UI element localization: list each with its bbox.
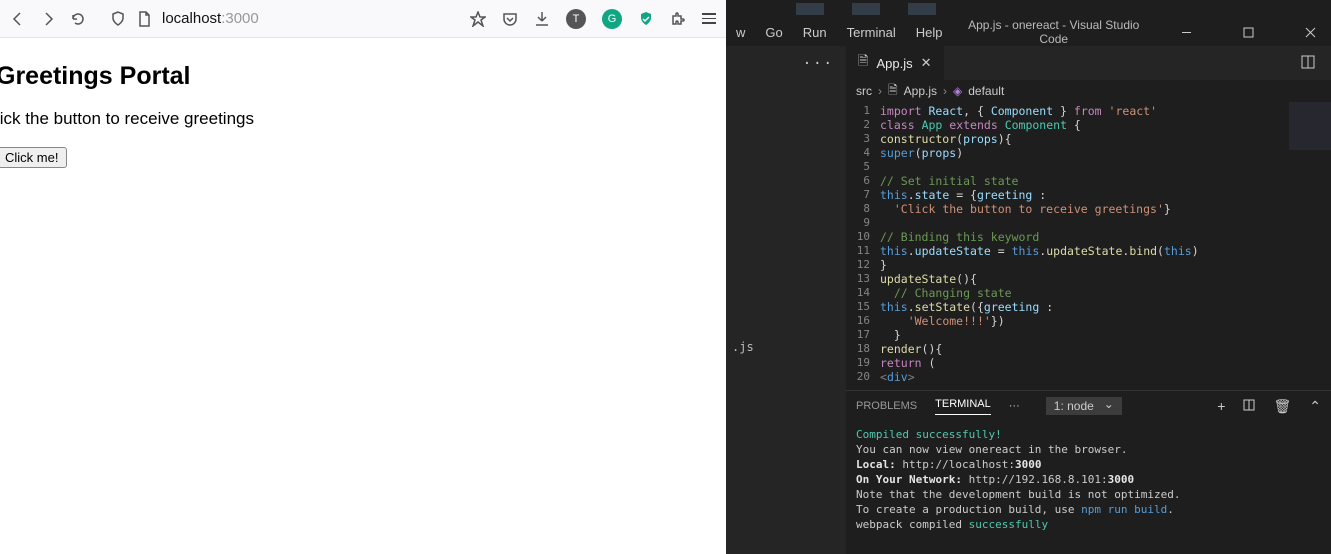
panel-tab-terminal[interactable]: TERMINAL [935,398,991,415]
terminal-select[interactable]: 1: node [1046,397,1122,415]
chevron-up-icon[interactable]: ⌃ [1309,398,1321,415]
trash-icon[interactable]: 🗑 [1273,398,1291,415]
url-text[interactable]: localhost:3000 [162,10,259,27]
open-editors-pane: ··· .js [726,46,846,554]
menu-item[interactable]: Help [916,25,943,40]
vscode-window: w Go Run Terminal Help App.js - onereact… [726,0,1331,554]
maximize-button[interactable] [1227,18,1269,46]
tab-app-js[interactable]: 🗎 App.js ✕ [846,46,944,80]
file-icon: 🗎 [888,81,898,102]
terminal-output[interactable]: Compiled successfully!You can now view o… [846,421,1331,554]
chevron-right-icon: › [878,84,882,98]
taskbar-thumb[interactable] [908,3,936,15]
taskbar-thumb[interactable] [796,3,824,15]
reload-icon[interactable] [70,11,86,27]
code-content[interactable]: import React, { Component } from 'react'… [880,102,1331,390]
sidebar-file-label[interactable]: .js [732,340,754,354]
crumb-file[interactable]: App.js [904,84,937,98]
page-content: Greetings Portal lick the button to rece… [0,38,726,168]
page-heading: Greetings Portal [0,62,726,91]
hamburger-icon[interactable] [702,13,716,24]
menu-item[interactable]: Go [765,25,782,40]
page-icon [136,11,152,27]
symbol-icon: ◈ [953,84,962,98]
page-paragraph: lick the button to receive greetings [0,109,726,129]
taskbar-thumb[interactable] [852,3,880,15]
tab-label: App.js [876,56,912,71]
bottom-panel: PROBLEMS TERMINAL ··· 1: node + 🗑 ⌃ Comp… [846,390,1331,554]
chevron-right-icon: › [943,84,947,98]
star-icon[interactable] [470,11,486,27]
minimize-button[interactable] [1165,18,1207,46]
close-button[interactable] [1289,18,1331,46]
menu-item[interactable]: Run [803,25,827,40]
back-icon[interactable] [10,11,26,27]
menu-item[interactable]: w [736,25,745,40]
shield-permission-icon[interactable] [110,11,126,27]
click-me-button[interactable]: Click me! [0,147,67,168]
menu-item[interactable]: Terminal [847,25,896,40]
puzzle-icon[interactable] [670,11,686,27]
close-tab-icon[interactable]: ✕ [921,55,932,71]
code-editor[interactable]: 1234567891011121314151617181920 import R… [846,102,1331,390]
window-title: App.js - onereact - Visual Studio Code [962,18,1145,46]
vscode-menubar: w Go Run Terminal Help App.js - onereact… [726,18,1331,46]
forward-icon[interactable] [40,11,56,27]
crumb-root[interactable]: src [856,84,872,98]
minimap[interactable] [1289,102,1331,222]
antivirus-icon[interactable] [638,11,654,27]
breadcrumbs[interactable]: src › 🗎 App.js › ◈ default [846,80,1331,102]
editor-tabs: 🗎 App.js ✕ [846,46,1331,80]
split-editor-icon[interactable] [1301,55,1315,72]
browser-window: localhost:3000 T G Greetings Portal lick… [0,0,726,554]
file-icon: 🗎 [858,52,868,74]
taskbar-thumbnails [726,0,1331,18]
download-icon[interactable] [534,11,550,27]
more-icon[interactable]: ··· [803,56,834,72]
pocket-icon[interactable] [502,11,518,27]
panel-tabs: PROBLEMS TERMINAL ··· 1: node + 🗑 ⌃ [846,391,1331,421]
extension-t-icon[interactable]: T [566,9,586,29]
new-terminal-icon[interactable]: + [1217,398,1225,415]
grammarly-icon[interactable]: G [602,9,622,29]
panel-tab-problems[interactable]: PROBLEMS [856,400,917,412]
split-terminal-icon[interactable] [1243,398,1255,415]
browser-toolbar: localhost:3000 T G [0,0,726,38]
crumb-symbol[interactable]: default [968,84,1004,98]
line-gutter: 1234567891011121314151617181920 [846,102,880,390]
more-icon[interactable]: ··· [1009,400,1020,412]
